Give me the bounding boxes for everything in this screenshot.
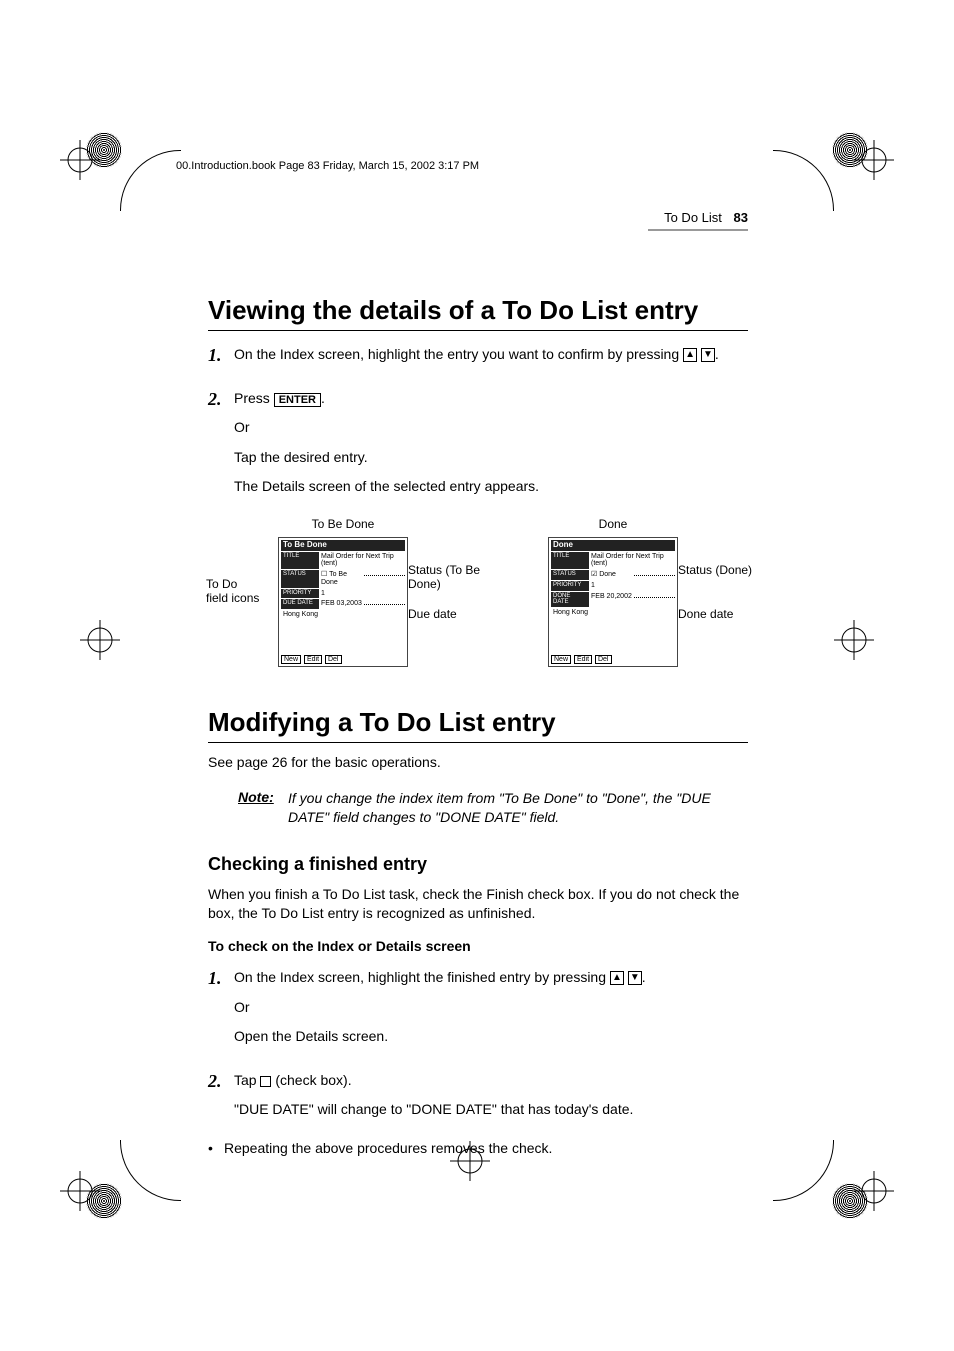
bullet-repeating: • Repeating the above procedures removes… (208, 1140, 748, 1156)
register-mark-icon (60, 140, 100, 180)
checkbox-icon (260, 1076, 271, 1087)
step-2-press: Press ENTER. (234, 389, 748, 409)
bullet-text: Repeating the above procedures removes t… (224, 1140, 552, 1156)
callout-due-date: Due date (408, 607, 488, 621)
down-arrow-icon: ▼ (628, 971, 642, 985)
figure-done: Done Status (Done) Done date Done TITLEM… (478, 517, 748, 667)
note-body: If you change the index item from "To Be… (288, 789, 748, 828)
down-arrow-icon: ▼ (701, 348, 715, 362)
screen-done: Done TITLEMail Order for Next Trip (tent… (548, 537, 678, 667)
check-step-1-or: Or (234, 998, 748, 1018)
bullet-icon: • (208, 1140, 224, 1156)
check-step-1: 1. On the Index screen, highlight the fi… (208, 968, 748, 1057)
checking-intro: When you finish a To Do List task, check… (208, 885, 748, 924)
figure-row: To Be Done To Do field icons Status (To … (208, 517, 748, 667)
edit-button: Edit (574, 655, 592, 664)
step-2: 2. Press ENTER. Or Tap the desired entry… (208, 389, 748, 507)
up-arrow-icon: ▲ (610, 971, 624, 985)
note-block: Note: If you change the index item from … (238, 789, 748, 828)
print-hairpin-icon (773, 150, 834, 211)
callout-done-date: Done date (678, 607, 758, 621)
subsub-to-check-title: To check on the Index or Details screen (208, 938, 748, 954)
step-number: 1. (208, 968, 234, 989)
print-hairpin-icon (773, 1140, 834, 1201)
print-hairpin-icon (120, 1140, 181, 1201)
subsection-checking-title: Checking a finished entry (208, 854, 748, 875)
step-1: 1. On the Index screen, highlight the en… (208, 345, 748, 375)
check-step-1-text: On the Index screen, highlight the finis… (234, 968, 748, 988)
note-label: Note: (238, 789, 288, 828)
del-button: Del (595, 655, 612, 664)
step-number: 1. (208, 345, 234, 366)
up-arrow-icon: ▲ (683, 348, 697, 362)
screen-button-row: New Edit Del (281, 656, 343, 664)
modifying-intro: See page 26 for the basic operations. (208, 753, 748, 773)
screen-titlebar: Done (551, 540, 675, 551)
figure-to-be-done: To Be Done To Do field icons Status (To … (208, 517, 478, 667)
check-step-1-open: Open the Details screen. (234, 1027, 748, 1047)
register-mark-icon (834, 620, 874, 660)
register-mark-icon (854, 1171, 894, 1211)
check-step-2-tap: Tap (check box). (234, 1071, 748, 1091)
running-head-page: 83 (734, 210, 748, 225)
del-button: Del (325, 655, 342, 664)
figure-caption-right: Done (478, 517, 748, 531)
new-button: New (281, 655, 301, 664)
figure-caption-left: To Be Done (208, 517, 478, 531)
print-header: 00.Introduction.book Page 83 Friday, Mar… (176, 160, 479, 172)
step-2-result: The Details screen of the selected entry… (234, 477, 748, 497)
screen-to-be-done: To Be Done TITLEMail Order for Next Trip… (278, 537, 408, 667)
step-2-tap: Tap the desired entry. (234, 448, 748, 468)
running-head: To Do List 83 (208, 210, 748, 225)
screen-titlebar: To Be Done (281, 540, 405, 551)
section-modifying-title: Modifying a To Do List entry (208, 707, 748, 743)
callout-left-icons: To Do field icons (206, 577, 261, 605)
print-hairpin-icon (120, 150, 181, 211)
check-step-2-result: "DUE DATE" will change to "DONE DATE" th… (234, 1100, 748, 1120)
step-number: 2. (208, 1071, 234, 1092)
running-head-rule (648, 229, 748, 231)
register-mark-icon (60, 1171, 100, 1211)
callout-status-tobe: Status (To Be Done) (408, 563, 488, 591)
step-1-text: On the Index screen, highlight the entry… (234, 345, 748, 365)
check-step-2: 2. Tap (check box). "DUE DATE" will chan… (208, 1071, 748, 1130)
enter-key-icon: ENTER (274, 393, 321, 407)
screen-button-row: New Edit Del (551, 656, 613, 664)
callout-status-done: Status (Done) (678, 563, 758, 577)
edit-button: Edit (304, 655, 322, 664)
step-2-or: Or (234, 418, 748, 438)
register-mark-icon (80, 620, 120, 660)
running-head-title: To Do List (664, 210, 722, 225)
new-button: New (551, 655, 571, 664)
step-number: 2. (208, 389, 234, 410)
section-viewing-title: Viewing the details of a To Do List entr… (208, 295, 748, 331)
register-mark-icon (854, 140, 894, 180)
page-content: To Do List 83 Viewing the details of a T… (208, 210, 748, 1166)
